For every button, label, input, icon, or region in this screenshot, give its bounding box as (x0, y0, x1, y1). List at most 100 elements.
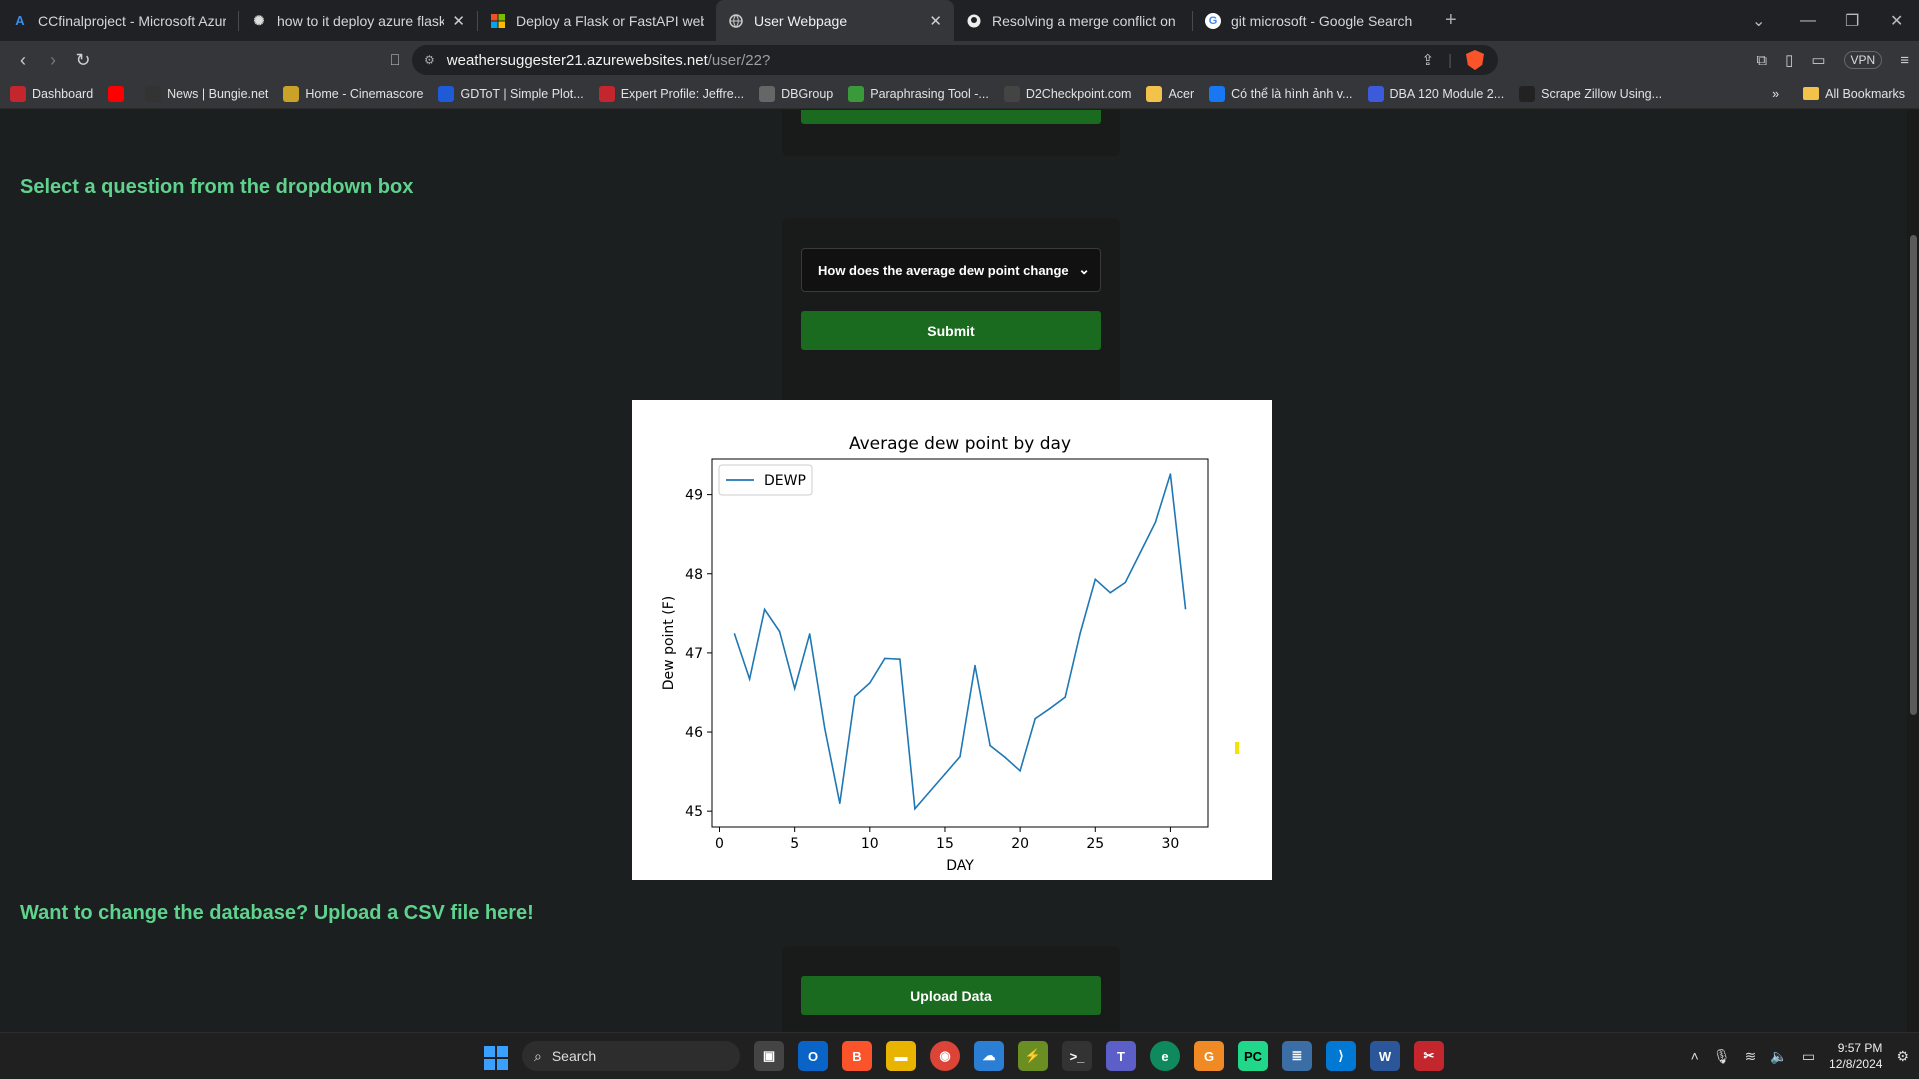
bookmark-item[interactable]: Có thể là hình ảnh v... (1209, 85, 1353, 102)
vscode-icon[interactable]: ⟩ (1326, 1041, 1356, 1071)
search-icon: ⌕ (534, 1047, 542, 1064)
page-scrollbar[interactable] (1907, 110, 1919, 1032)
teams-icon[interactable]: T (1106, 1041, 1136, 1071)
previous-button[interactable] (801, 110, 1101, 124)
new-tab-button[interactable]: + (1445, 9, 1457, 32)
bookmark-favicon-icon (108, 85, 125, 102)
vpn-button[interactable]: VPN (1843, 51, 1883, 69)
weather-app-icon[interactable]: ☁ (974, 1041, 1004, 1071)
wifi-icon[interactable]: ≋ (1745, 1048, 1757, 1065)
bookmark-item[interactable]: Dashboard (10, 85, 93, 102)
bookmark-item[interactable]: Home - Cinemascore (283, 85, 423, 102)
tab-microsoft-learn[interactable]: Deploy a Flask or FastAPI web app o (478, 0, 716, 41)
x-tick-label: 15 (936, 836, 954, 852)
scrollbar-thumb[interactable] (1910, 235, 1917, 715)
bookmark-label: Expert Profile: Jeffre... (620, 86, 745, 101)
pycharm-icon[interactable]: PC (1238, 1041, 1268, 1071)
tray-overflow-icon[interactable]: ˄ (1691, 1048, 1699, 1064)
bookmark-item[interactable]: News | Bungie.net (145, 85, 268, 102)
tab-label: Resolving a merge conflict on GitHu (992, 12, 1180, 29)
bookmark-item[interactable] (108, 85, 130, 102)
terminal-icon[interactable]: >_ (1062, 1041, 1092, 1071)
notifications-icon[interactable]: ⚙ (1896, 1048, 1909, 1065)
taskbar-search[interactable]: ⌕ Search (522, 1041, 740, 1071)
all-bookmarks-label: All Bookmarks (1825, 86, 1905, 101)
data-point (1049, 707, 1051, 710)
data-point (899, 658, 901, 661)
outlook-icon[interactable]: O (798, 1041, 828, 1071)
data-point (1079, 632, 1082, 634)
x-tick-label: 10 (861, 836, 879, 852)
bookmark-item[interactable]: Scrape Zillow Using... (1519, 85, 1662, 102)
bookmark-item[interactable]: Acer (1146, 85, 1194, 102)
extensions-icon[interactable]: ⧉ (1756, 52, 1767, 69)
clock-time: 9:57 PM (1837, 1041, 1883, 1055)
forward-arrow-icon[interactable]: › (38, 50, 68, 71)
file-explorer-icon[interactable]: ▬ (886, 1041, 916, 1071)
brave-shields-icon[interactable] (1466, 50, 1484, 70)
reload-icon[interactable]: ↻ (68, 50, 98, 71)
bookmark-item[interactable]: D2Checkpoint.com (1003, 85, 1131, 102)
snipping-tool-icon[interactable]: ✂ (1414, 1041, 1444, 1071)
bookmark-item[interactable]: GDToT | Simple Plot... (438, 85, 584, 102)
system-tray: ˄ 🎙 ≋ 🔈 ▭ 9:57 PM 12/8/2024 ⚙ (1691, 1033, 1909, 1079)
address-bar[interactable]: ⚙ weathersuggester21.azurewebsites.net/u… (412, 45, 1498, 75)
bookmark-item[interactable]: DBGroup (759, 85, 833, 102)
globe-icon (728, 13, 744, 29)
tab-github[interactable]: Resolving a merge conflict on GitHu (954, 0, 1192, 41)
minimize-button[interactable]: — (1800, 0, 1816, 41)
bookmark-item[interactable]: Expert Profile: Jeffre... (598, 85, 745, 102)
all-bookmarks-button[interactable]: All Bookmarks (1803, 87, 1905, 101)
bookmark-favicon-icon (145, 85, 162, 102)
back-arrow-icon[interactable]: ‹ (8, 50, 38, 71)
word-icon[interactable]: W (1370, 1041, 1400, 1071)
microphone-muted-icon[interactable]: 🎙 (1713, 1048, 1731, 1065)
close-icon[interactable]: ✕ (452, 12, 465, 30)
x-tick-label: 25 (1086, 836, 1104, 852)
notepad-icon[interactable]: ≣ (1282, 1041, 1312, 1071)
bookmark-label: Có thể là hình ảnh v... (1231, 86, 1353, 101)
bookmark-item[interactable]: Paraphrasing Tool -... (848, 85, 989, 102)
windows-start-icon[interactable] (484, 1046, 508, 1070)
battery-icon[interactable]: ▭ (1802, 1048, 1815, 1065)
taskbar-clock[interactable]: 9:57 PM 12/8/2024 (1829, 1040, 1882, 1072)
submit-button[interactable]: Submit (801, 311, 1101, 350)
data-point (1169, 473, 1172, 475)
menu-icon[interactable]: ≡ (1900, 52, 1909, 69)
bookmark-item[interactable]: DBA 120 Module 2... (1367, 85, 1504, 102)
edge-icon[interactable]: e (1150, 1041, 1180, 1071)
series-line-dewp (733, 473, 1187, 811)
close-window-button[interactable]: ✕ (1890, 0, 1903, 41)
bookmarks-bar: Dashboard News | Bungie.net Home - Cinemas… (0, 79, 1919, 109)
tab-chatgpt[interactable]: ✺ how to it deploy azure flask web ✕ (239, 0, 477, 41)
question-select[interactable]: How does the average dew point change by… (801, 248, 1101, 292)
chrome-icon[interactable]: ◉ (930, 1041, 960, 1071)
tab-azure[interactable]: A CCfinalproject - Microsoft Azure (0, 0, 238, 41)
sidebar-icon[interactable]: ▯ (1785, 51, 1793, 69)
python-app-icon[interactable]: ⚡ (1018, 1041, 1048, 1071)
question-select-value: How does the average dew point change by… (818, 262, 1070, 278)
bookmark-icon[interactable]: ⎕ (380, 52, 410, 69)
y-tick-label: 48 (685, 567, 703, 583)
folder-icon (1803, 87, 1820, 100)
restore-button[interactable]: ❐ (1845, 0, 1859, 41)
more-bookmarks-icon[interactable]: » (1772, 87, 1779, 101)
close-icon[interactable]: ✕ (929, 12, 942, 30)
volume-icon[interactable]: 🔈 (1770, 1048, 1787, 1065)
upload-data-button[interactable]: Upload Data (801, 976, 1101, 1015)
bookmark-favicon-icon (1146, 85, 1163, 102)
y-tick-label: 45 (685, 804, 703, 820)
brave-icon[interactable]: B (842, 1041, 872, 1071)
share-icon[interactable]: ⇪ (1422, 51, 1435, 69)
wallet-icon[interactable]: ▭ (1811, 51, 1825, 69)
tab-user-webpage[interactable]: User Webpage ✕ (716, 0, 954, 41)
dew-point-chart: Average dew point by day DAY Dew point (F)… (632, 400, 1272, 880)
data-point (1184, 607, 1187, 610)
data-point (1124, 581, 1127, 584)
grammarly-icon[interactable]: G (1194, 1041, 1224, 1071)
site-settings-icon[interactable]: ⚙ (424, 53, 435, 67)
data-point (989, 744, 991, 747)
tab-search-chevron-icon[interactable]: ⌄ (1752, 0, 1765, 41)
task-view-icon[interactable]: ▣ (754, 1041, 784, 1071)
tab-google-search[interactable]: G git microsoft - Google Search (1193, 0, 1431, 41)
